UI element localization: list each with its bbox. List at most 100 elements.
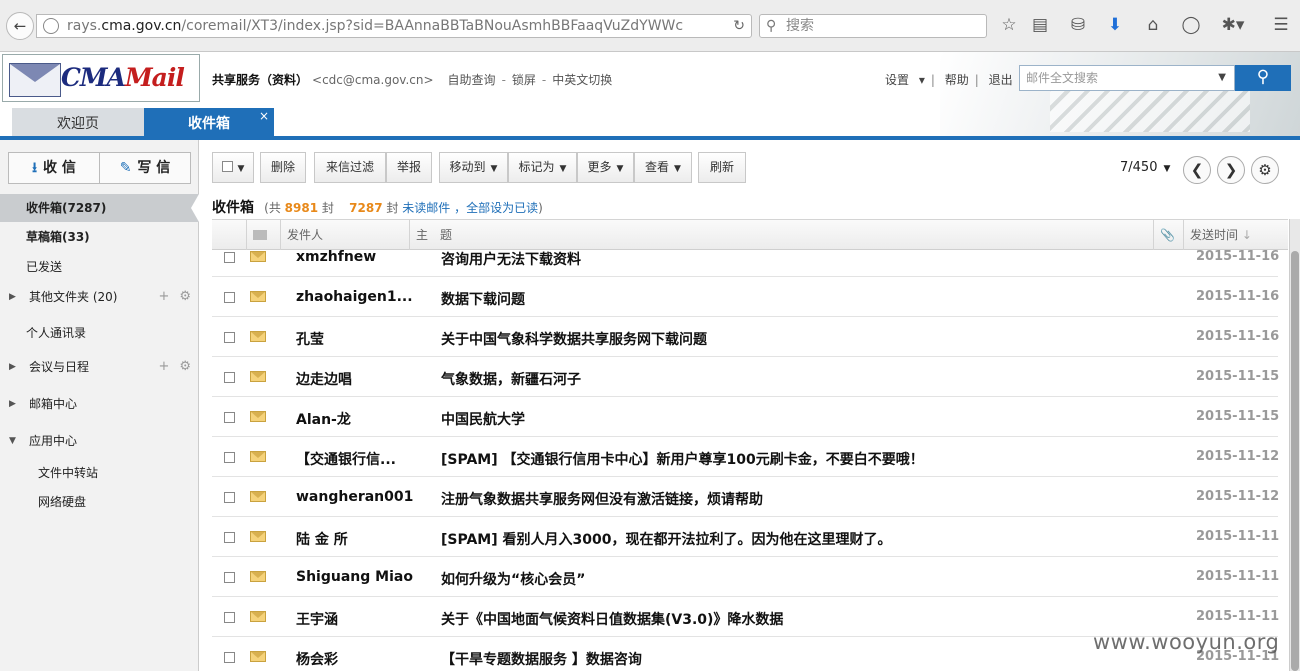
sidebar-item-drafts[interactable]: 草稿箱(33) <box>0 223 199 251</box>
mail-subject[interactable]: 如何升级为“核心会员” <box>441 569 585 589</box>
mail-subject[interactable]: 气象数据，新疆石河子 <box>441 369 581 389</box>
refresh-button[interactable]: 刷新 <box>698 152 746 183</box>
sidebar-item-other-folders[interactable]: ▶ 其他文件夹 (20) + ⚙ <box>0 283 199 311</box>
mail-sender: 陆 金 所 <box>296 532 348 548</box>
mail-row[interactable]: wangheran001 注册气象数据共享服务网但没有激活链接，烦请帮助 2015-… <box>212 477 1279 517</box>
calendar-settings-icon[interactable]: ⚙ <box>179 359 191 374</box>
download-icon[interactable]: ⬇ <box>1104 14 1126 36</box>
mail-row[interactable]: zhaohaigen1... 数据下载问题 2015-11-16 <box>212 277 1279 317</box>
mail-subject[interactable]: 注册气象数据共享服务网但没有激活链接，烦请帮助 <box>441 489 763 509</box>
chat-icon[interactable]: ◯ <box>1180 14 1202 36</box>
move-to-button[interactable]: 移动到 ▼ <box>439 152 508 183</box>
prev-page-button[interactable]: ❮ <box>1183 156 1211 184</box>
mail-row[interactable]: 孔莹 关于中国气象科学数据共享服务网下载问题 2015-11-16 <box>212 317 1279 357</box>
row-checkbox[interactable] <box>224 570 235 586</box>
folder-settings-icon[interactable]: ⚙ <box>179 289 191 304</box>
row-checkbox[interactable] <box>224 450 235 466</box>
list-settings-button[interactable]: ⚙ <box>1251 156 1279 184</box>
url-bar[interactable]: rays.cma.gov.cn/coremail/XT3/index.jsp?s… <box>36 14 752 38</box>
filter-button[interactable]: 来信过滤 <box>314 152 386 183</box>
extension-icon[interactable]: ✱▾ <box>1218 14 1248 36</box>
row-checkbox[interactable] <box>224 290 235 306</box>
url-path: /coremail/XT3/index.jsp?sid=BAAnnaBBTaBN… <box>181 18 684 34</box>
more-button[interactable]: 更多 ▼ <box>577 152 634 183</box>
row-checkbox[interactable] <box>224 490 235 506</box>
mark-as-button[interactable]: 标记为 ▼ <box>508 152 577 183</box>
add-folder-icon[interactable]: + <box>158 289 169 304</box>
mail-fulltext-search[interactable]: 邮件全文搜索 ▼ <box>1019 65 1235 91</box>
mail-subject[interactable]: 中国民航大学 <box>441 409 525 429</box>
mail-row[interactable]: 边走边唱 气象数据，新疆石河子 2015-11-15 <box>212 357 1279 397</box>
row-checkbox[interactable] <box>224 410 235 426</box>
delete-button[interactable]: 删除 <box>260 152 306 183</box>
sidebar-item-calendar[interactable]: ▶ 会议与日程 + ⚙ <box>0 353 199 381</box>
scrollbar[interactable] <box>1289 219 1300 671</box>
mail-subject[interactable]: 【干旱专题数据服务 】数据咨询 <box>441 649 642 669</box>
self-query-link[interactable]: 自助查询 <box>448 73 496 87</box>
mail-subject[interactable]: [SPAM] 看别人月入3000，现在都开法拉利了。因为他在这里理财了。 <box>441 529 891 549</box>
sidebar-item-sent[interactable]: 已发送 <box>0 253 199 281</box>
select-all-checkbox[interactable]: ▼ <box>212 152 254 183</box>
mail-date: 2015-11-11 <box>1196 609 1280 624</box>
scrollbar-thumb[interactable] <box>1291 251 1299 671</box>
close-icon[interactable]: × <box>259 100 269 132</box>
reading-list-icon[interactable]: ▤ <box>1029 14 1051 36</box>
sidebar-item-inbox[interactable]: 收件箱(7287) <box>0 194 199 222</box>
mail-subject[interactable]: 咨询用户无法下载资料 <box>441 250 581 269</box>
language-switch-link[interactable]: 中英文切换 <box>552 73 612 87</box>
browser-search-input[interactable]: ⚲ 搜索 <box>759 14 987 38</box>
row-checkbox[interactable] <box>224 250 235 266</box>
row-checkbox[interactable] <box>224 650 235 666</box>
sidebar-item-file-transfer[interactable]: 文件中转站 <box>0 459 199 487</box>
mail-subject[interactable]: 数据下载问题 <box>441 289 525 309</box>
expand-arrow-icon[interactable]: ▶ <box>9 390 16 418</box>
row-checkbox[interactable] <box>224 330 235 346</box>
mail-search-button[interactable]: ⚲ <box>1235 65 1291 91</box>
row-checkbox[interactable] <box>224 530 235 546</box>
logout-link[interactable]: 退出 <box>989 73 1013 87</box>
settings-link[interactable]: 设置 ▾ <box>885 73 925 87</box>
sidebar-item-contacts[interactable]: 个人通讯录 <box>0 319 199 347</box>
column-sender[interactable]: 发件人 <box>280 220 410 250</box>
unread-mail-link[interactable]: 未读邮件 <box>402 201 450 215</box>
sidebar-item-app-center[interactable]: ▼ 应用中心 <box>0 427 199 455</box>
receive-button[interactable]: ⭳ 收 信 <box>9 153 100 183</box>
expand-arrow-icon[interactable]: ▶ <box>9 283 16 311</box>
mail-row[interactable]: Alan-龙 中国民航大学 2015-11-15 <box>212 397 1279 437</box>
mail-subject[interactable]: 关于中国气象科学数据共享服务网下载问题 <box>441 329 707 349</box>
menu-icon[interactable]: ☰ <box>1270 14 1292 36</box>
mail-row[interactable]: 陆 金 所 [SPAM] 看别人月入3000，现在都开法拉利了。因为他在这里理财了… <box>212 517 1279 557</box>
pocket-icon[interactable]: ⛁ <box>1067 14 1089 36</box>
sidebar-item-netdisk[interactable]: 网络硬盘 <box>0 488 199 516</box>
column-send-time[interactable]: 发送时间 ↓ <box>1183 220 1288 250</box>
mail-subject[interactable]: 关于《中国地面气候资料日值数据集(V3.0)》降水数据 <box>441 609 783 629</box>
lock-screen-link[interactable]: 锁屏 <box>512 73 536 87</box>
column-status[interactable] <box>246 220 280 250</box>
mail-date: 2015-11-12 <box>1196 449 1280 464</box>
row-checkbox[interactable] <box>224 610 235 626</box>
mark-all-read-link[interactable]: ，全部设为已读 <box>454 201 538 215</box>
home-icon[interactable]: ⌂ <box>1142 14 1164 36</box>
sidebar-item-mailbox-center[interactable]: ▶ 邮箱中心 <box>0 390 199 418</box>
search-scope-dropdown-icon[interactable]: ▼ <box>1218 66 1226 90</box>
add-calendar-icon[interactable]: + <box>158 359 169 374</box>
mail-subject[interactable]: [SPAM] 【交通银行信用卡中心】新用户尊享100元刷卡金，不要白不要哦！ <box>441 449 924 469</box>
mail-row[interactable]: Shiguang Miao 如何升级为“核心会员” 2015-11-11 <box>212 557 1279 597</box>
mail-row[interactable]: xmzhfnew 咨询用户无法下载资料 2015-11-16 <box>212 250 1279 277</box>
back-button[interactable]: ← <box>6 12 34 40</box>
column-attachment[interactable]: 📎 <box>1153 220 1183 250</box>
report-button[interactable]: 举报 <box>386 152 432 183</box>
cma-mail-logo[interactable]: CMAMail <box>2 54 200 102</box>
collapse-arrow-icon[interactable]: ▼ <box>9 427 16 455</box>
next-page-button[interactable]: ❯ <box>1217 156 1245 184</box>
reload-icon[interactable]: ↻ <box>733 15 745 37</box>
row-checkbox[interactable] <box>224 370 235 386</box>
expand-arrow-icon[interactable]: ▶ <box>9 353 16 381</box>
mail-row[interactable]: 【交通银行信... [SPAM] 【交通银行信用卡中心】新用户尊享100元刷卡金，… <box>212 437 1280 477</box>
bookmark-star-icon[interactable]: ☆ <box>998 14 1020 36</box>
write-button[interactable]: ✎ 写 信 <box>100 153 190 183</box>
page-selector[interactable]: 7/450 ▼ <box>1120 160 1170 175</box>
column-subject[interactable]: 主 题 <box>409 220 1153 250</box>
view-button[interactable]: 查看 ▼ <box>634 152 692 183</box>
help-link[interactable]: 帮助 <box>945 73 969 87</box>
